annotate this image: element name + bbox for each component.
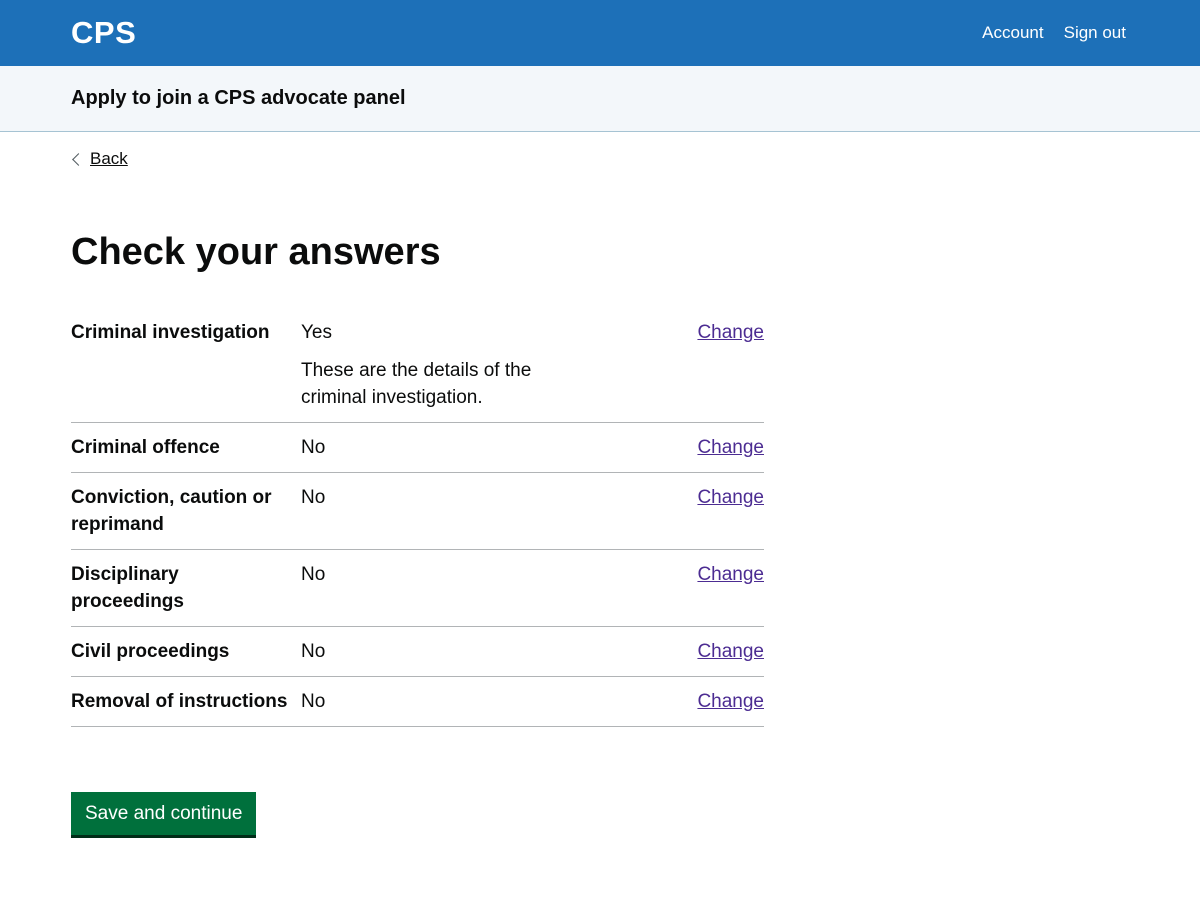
sign-out-link[interactable]: Sign out: [1064, 22, 1126, 44]
change-link-criminal-investigation[interactable]: Change: [697, 322, 764, 343]
summary-row-civil: Civil proceedings No Change: [71, 627, 764, 677]
summary-list: Criminal investigation Yes These are the…: [71, 308, 764, 727]
summary-key: Criminal offence: [71, 437, 220, 458]
summary-row-criminal-offence: Criminal offence No Change: [71, 423, 764, 473]
back-link-label: Back: [90, 149, 128, 168]
summary-action: Change: [601, 319, 764, 411]
summary-value: No: [301, 564, 326, 585]
cps-logo[interactable]: CPS: [71, 14, 136, 52]
summary-row-criminal-investigation: Criminal investigation Yes These are the…: [71, 308, 764, 423]
summary-key: Removal of instructions: [71, 691, 288, 712]
summary-value-answer: Yes: [301, 322, 332, 343]
service-bar: Apply to join a CPS advocate panel: [0, 66, 1200, 132]
service-name[interactable]: Apply to join a CPS advocate panel: [71, 86, 406, 110]
summary-key: Criminal investigation: [71, 322, 270, 343]
summary-action: Change: [601, 638, 764, 665]
summary-action: Change: [601, 688, 764, 715]
chevron-left-icon: [72, 152, 85, 166]
change-link-disciplinary[interactable]: Change: [697, 564, 764, 585]
summary-value: No: [301, 641, 326, 662]
summary-action: Change: [601, 561, 764, 615]
save-and-continue-button[interactable]: Save and continue: [71, 792, 257, 835]
change-link-civil[interactable]: Change: [697, 641, 764, 662]
site-header: CPS Account Sign out: [0, 0, 1200, 66]
page-title: Check your answers: [71, 231, 441, 273]
summary-action: Change: [601, 434, 764, 461]
back-link[interactable]: Back: [71, 148, 128, 170]
summary-value: No: [301, 691, 326, 712]
summary-value: No: [301, 487, 326, 508]
summary-action: Change: [601, 484, 764, 538]
header-nav: Account Sign out: [982, 22, 1126, 44]
summary-value: No: [301, 437, 326, 458]
summary-row-conviction: Conviction, caution or reprimand No Chan…: [71, 473, 764, 550]
summary-row-disciplinary: Disciplinary proceedings No Change: [71, 550, 764, 627]
summary-value: Yes These are the details of the crimina…: [301, 319, 601, 411]
change-link-criminal-offence[interactable]: Change: [697, 437, 764, 458]
account-link[interactable]: Account: [982, 22, 1043, 44]
change-link-conviction[interactable]: Change: [697, 487, 764, 508]
summary-key: Conviction, caution or reprimand: [71, 487, 272, 535]
summary-value-detail: These are the details of the criminal in…: [301, 360, 532, 408]
change-link-removal[interactable]: Change: [697, 691, 764, 712]
summary-key: Disciplinary proceedings: [71, 564, 184, 612]
summary-key: Civil proceedings: [71, 641, 230, 662]
summary-row-removal: Removal of instructions No Change: [71, 677, 764, 727]
